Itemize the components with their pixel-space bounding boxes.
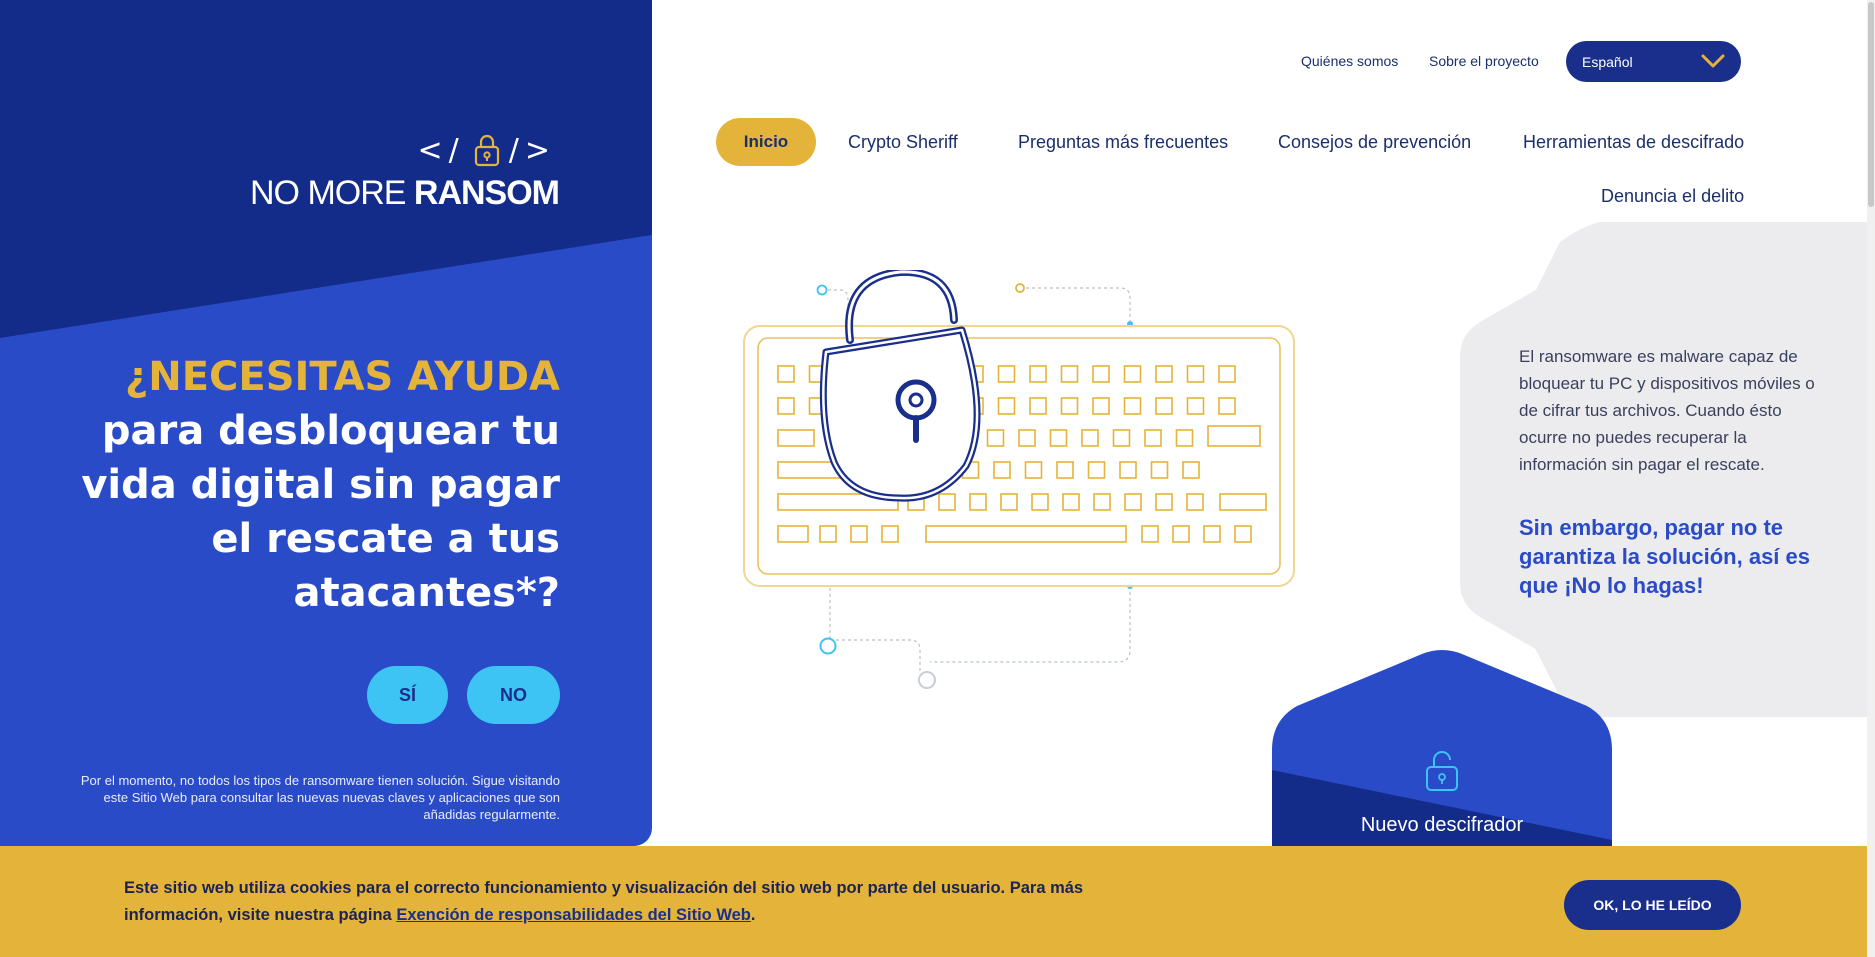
site-logo[interactable]: </ /> NO MORE RANSOM [229, 130, 560, 213]
ransomware-description: El ransomware es malware capaz de bloque… [1519, 347, 1815, 474]
cookie-message: Este sitio web utiliza cookies para el c… [124, 875, 1084, 929]
cookie-banner: Este sitio web utiliza cookies para el c… [0, 846, 1867, 957]
logo-code-mark: </ /> [229, 130, 556, 170]
logo-wordmark: NO MORE RANSOM [229, 174, 560, 213]
hero-headline: ¿NECESITAS AYUDA para desbloquear tu vid… [40, 350, 560, 620]
cookie-text-after: . [750, 906, 756, 924]
tab-denuncia-el-delito[interactable]: Denuncia el delito [1601, 172, 1744, 220]
keyboard-lock-illustration [743, 270, 1295, 689]
tab-herramientas-descifrado[interactable]: Herramientas de descifrado [1523, 118, 1744, 166]
language-select-value: Español [1582, 53, 1633, 70]
nav-link-quienes-somos[interactable]: Quiénes somos [1301, 53, 1398, 69]
logo-code-right: /> [508, 132, 556, 168]
new-decryptor-label: Nuevo descifrador [1360, 814, 1524, 836]
no-button[interactable]: NO [467, 666, 560, 724]
nav-link-sobre-el-proyecto[interactable]: Sobre el proyecto [1429, 53, 1539, 69]
page-scrollbar[interactable] [1867, 0, 1875, 957]
cookie-accept-button[interactable]: OK, LO HE LEÍDO [1564, 880, 1741, 930]
do-not-pay-highlight: Sin embargo, pagar no te garantiza la so… [1519, 515, 1810, 598]
tab-preguntas-frecuentes[interactable]: Preguntas más frecuentes [1018, 118, 1228, 166]
yes-button[interactable]: SÍ [367, 666, 448, 724]
logo-word-more: MORE [307, 174, 406, 212]
hero-headline-accent: ¿NECESITAS AYUDA [125, 354, 560, 400]
chevron-down-icon [1701, 54, 1725, 68]
unlock-icon [1426, 751, 1458, 791]
tab-crypto-sheriff[interactable]: Crypto Sheriff [848, 118, 958, 166]
tab-consejos-prevencion[interactable]: Consejos de prevención [1278, 118, 1471, 166]
hero-note: Por el momento, no todos los tipos de ra… [80, 773, 560, 822]
tab-inicio[interactable]: Inicio [716, 118, 816, 166]
language-select[interactable]: Español [1566, 41, 1741, 82]
logo-word-ransom: RANSOM [413, 174, 560, 212]
hero-headline-rest: para desbloquear tu vida digital sin pag… [81, 408, 560, 616]
logo-code-left: </ [417, 132, 465, 168]
scrollbar-thumb[interactable] [1868, 2, 1874, 207]
logo-word-no: NO [249, 174, 300, 212]
cookie-disclaimer-link[interactable]: Exención de responsabilidades del Sitio … [396, 906, 751, 924]
hero-panel: </ /> NO MORE RANSOM ¿NECESITAS AYUDA pa… [0, 0, 652, 846]
lock-icon [474, 134, 499, 167]
